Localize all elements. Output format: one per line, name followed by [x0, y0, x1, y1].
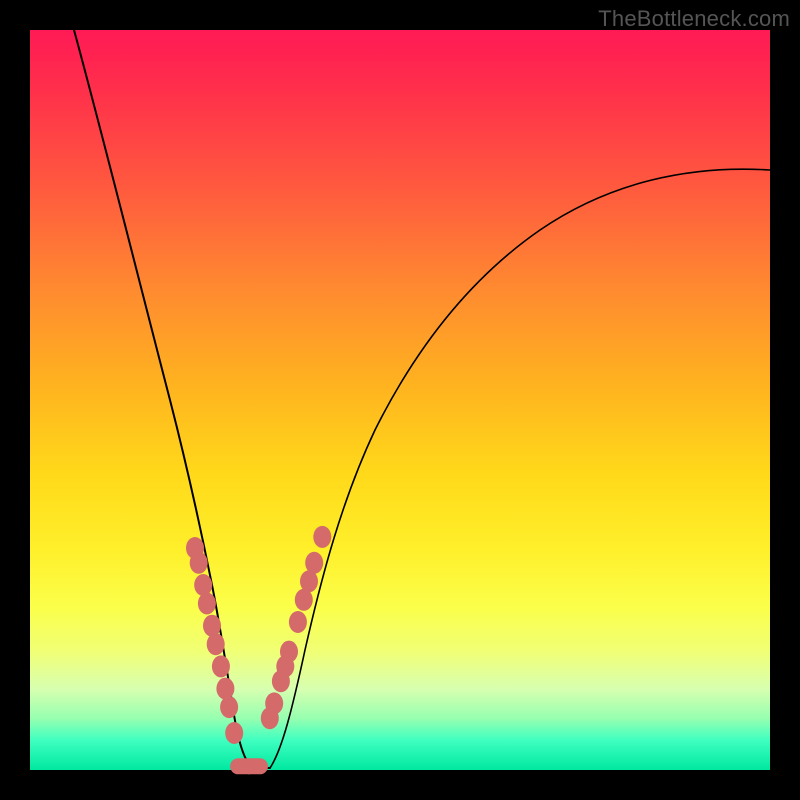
markers-left: [186, 537, 243, 744]
marker-right-5: [289, 611, 307, 633]
marker-left-7: [216, 678, 234, 700]
marker-left-6: [212, 655, 230, 677]
chart-frame: TheBottleneck.com: [0, 0, 800, 800]
marker-left-5: [207, 633, 225, 655]
markers-right: [261, 526, 332, 729]
marker-left-1: [190, 552, 208, 574]
watermark-text: TheBottleneck.com: [598, 6, 790, 32]
marker-left-8: [220, 696, 238, 718]
curve-right: [270, 169, 770, 768]
curve-layer: [30, 30, 770, 770]
marker-left-2: [194, 574, 212, 596]
marker-bottom-1: [242, 758, 268, 774]
marker-right-1: [265, 692, 283, 714]
plot-area: [30, 30, 770, 770]
markers-bottom: [230, 758, 268, 774]
marker-left-4: [203, 615, 221, 637]
marker-right-9: [313, 526, 331, 548]
marker-right-8: [305, 552, 323, 574]
marker-left-9: [225, 722, 243, 744]
marker-right-4: [280, 641, 298, 663]
marker-left-3: [198, 593, 216, 615]
